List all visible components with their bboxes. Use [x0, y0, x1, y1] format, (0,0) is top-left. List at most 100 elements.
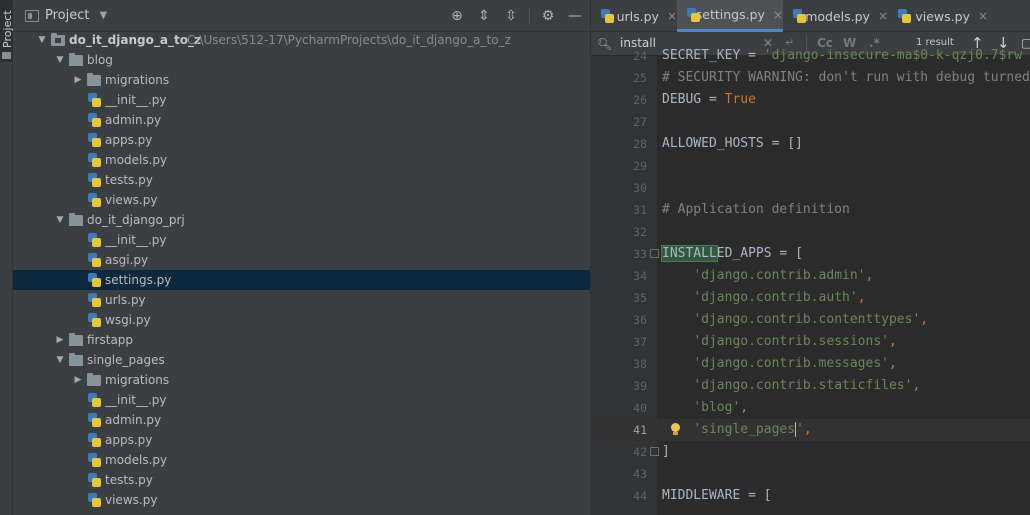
chevron-down-icon[interactable]: ▼ — [37, 30, 47, 50]
code-line: 'django.contrib.staticfiles', — [662, 375, 920, 397]
tree-item-label: asgi.py — [105, 253, 149, 267]
tree-file-item[interactable]: settings.py — [13, 270, 590, 290]
tree-folder-item[interactable]: ▼ do_it_django_a_to_z C:\Users\512-17\Pych… — [13, 30, 590, 50]
code-line: 'single_pages', — [662, 419, 812, 441]
editor-tab[interactable]: views.py × — [888, 0, 988, 32]
tree-file-item[interactable]: apps.py — [13, 130, 590, 150]
folder-icon — [69, 333, 83, 346]
code-token: , — [857, 290, 866, 305]
tree-file-item[interactable]: __init__.py — [13, 390, 590, 410]
locate-file-icon[interactable]: ⊕ — [448, 7, 466, 25]
close-icon[interactable]: × — [978, 9, 988, 23]
chevron-down-icon[interactable]: ▼ — [55, 210, 65, 230]
code-token: , — [888, 356, 897, 371]
python-file-icon — [88, 253, 101, 267]
collapse-all-icon[interactable]: ⇳ — [502, 7, 520, 25]
tree-file-item[interactable]: admin.py — [13, 410, 590, 430]
close-icon[interactable]: × — [667, 9, 677, 23]
tree-item-label: migrations — [105, 73, 170, 87]
python-file-icon — [88, 433, 101, 447]
intention-bulb-icon[interactable] — [669, 423, 681, 437]
project-tool-tab[interactable]: Project — [0, 0, 14, 62]
tree-file-item[interactable]: models.py — [13, 450, 590, 470]
code-token: MIDDLEWARE = [ — [662, 488, 772, 503]
code-token: 'django.contrib.auth' — [693, 290, 858, 305]
hide-panel-icon[interactable]: — — [566, 7, 584, 25]
tree-file-item[interactable]: wsgi.py — [13, 310, 590, 330]
chevron-right-icon[interactable]: ▶ — [73, 370, 83, 390]
code-token: 'django.contrib.contenttypes' — [693, 312, 921, 327]
tree-folder-item[interactable]: ▼ do_it_django_prj — [13, 210, 590, 230]
tree-file-item[interactable]: apps.py — [13, 430, 590, 450]
tree-item-label: apps.py — [105, 133, 153, 147]
tree-file-item[interactable]: views.py — [13, 490, 590, 510]
folder-icon — [69, 353, 83, 366]
tree-folder-item[interactable]: ▼ blog — [13, 50, 590, 70]
folder-icon — [87, 73, 101, 86]
chevron-down-icon[interactable]: ▼ — [99, 10, 107, 21]
editor-tab-label: views.py — [915, 8, 970, 24]
code-token: , — [740, 400, 749, 415]
tree-file-item[interactable]: admin.py — [13, 110, 590, 130]
code-token: True — [724, 92, 756, 107]
editor-tab[interactable]: urls.py × — [591, 0, 677, 32]
tree-file-item[interactable]: __init__.py — [13, 230, 590, 250]
editor-tab[interactable]: settings.py × — [677, 0, 783, 32]
python-file-icon — [601, 9, 614, 23]
editor-tab-label: urls.py — [616, 8, 659, 24]
close-icon[interactable]: × — [878, 9, 888, 23]
folder-icon — [69, 213, 83, 226]
python-file-icon — [88, 153, 101, 167]
code-editor[interactable]: SECRET_KEY = 'django-insecure-ma$0-k-qzj… — [657, 48, 1030, 515]
chevron-right-icon[interactable]: ▶ — [55, 330, 65, 350]
chevron-right-icon[interactable]: ▶ — [73, 70, 83, 90]
line-number: 27 — [633, 115, 647, 129]
chevron-down-icon[interactable]: ▼ — [55, 50, 65, 70]
python-file-icon — [687, 7, 700, 22]
code-token: 'django.contrib.admin' — [693, 268, 866, 283]
search-match-highlight: INSTALL — [661, 245, 718, 262]
tree-folder-item[interactable]: ▶ migrations — [13, 70, 590, 90]
code-token: ] — [662, 444, 670, 459]
tree-file-item[interactable]: tests.py — [13, 170, 590, 190]
tree-item-label: tests.py — [105, 473, 153, 487]
editor-area: urls.py × settings.py × models.py × views.py × … — [590, 0, 1030, 515]
line-number: 43 — [633, 467, 647, 481]
tree-file-item[interactable]: asgi.py — [13, 250, 590, 270]
tree-file-item[interactable]: models.py — [13, 150, 590, 170]
tree-folder-item[interactable]: ▶ firstapp — [13, 330, 590, 350]
expand-all-icon[interactable]: ⇕ — [475, 7, 493, 25]
code-line: 'django.contrib.contenttypes', — [662, 309, 928, 331]
folder-icon — [69, 53, 83, 66]
code-line: # Application definition — [662, 199, 850, 221]
tree-file-item[interactable]: __init__.py — [13, 90, 590, 110]
tree-item-label: apps.py — [105, 433, 153, 447]
project-panel-title[interactable]: Project — [45, 8, 89, 23]
more-options-icon[interactable]: ▢ — [1021, 36, 1030, 50]
tree-item-label: admin.py — [105, 113, 162, 127]
project-path: C:\Users\512-17\PycharmProjects\do_it_dj… — [187, 33, 511, 47]
python-file-icon — [898, 9, 911, 23]
project-panel: Project ▼ ⊕ ⇕ ⇳ ⚙ — ▼ do_it_django_a_to_z… — [13, 0, 590, 515]
line-number: 34 — [633, 269, 647, 283]
line-number: 39 — [633, 379, 647, 393]
python-file-icon — [88, 473, 101, 487]
tree-file-item[interactable]: views.py — [13, 190, 590, 210]
tree-folder-item[interactable]: ▶ migrations — [13, 370, 590, 390]
line-number: 25 — [633, 71, 647, 85]
tree-item-label: do_it_django_a_to_z — [69, 33, 201, 47]
line-number: 33 — [633, 247, 647, 261]
tree-folder-item[interactable]: ▼ single_pages — [13, 350, 590, 370]
chevron-down-icon[interactable]: ▼ — [55, 350, 65, 370]
code-token: 'django-insecure-ma$0-k-qzj0.7$rw — [763, 48, 1023, 63]
editor-tab[interactable]: models.py × — [783, 0, 888, 32]
left-tool-strip: Project — [0, 0, 14, 515]
tree-file-item[interactable]: tests.py — [13, 470, 590, 490]
tree-file-item[interactable]: urls.py — [13, 290, 590, 310]
editor-tab-bar: urls.py × settings.py × models.py × views.py × — [591, 0, 1030, 32]
gear-icon[interactable]: ⚙ — [539, 7, 557, 25]
close-icon[interactable]: × — [773, 8, 783, 22]
